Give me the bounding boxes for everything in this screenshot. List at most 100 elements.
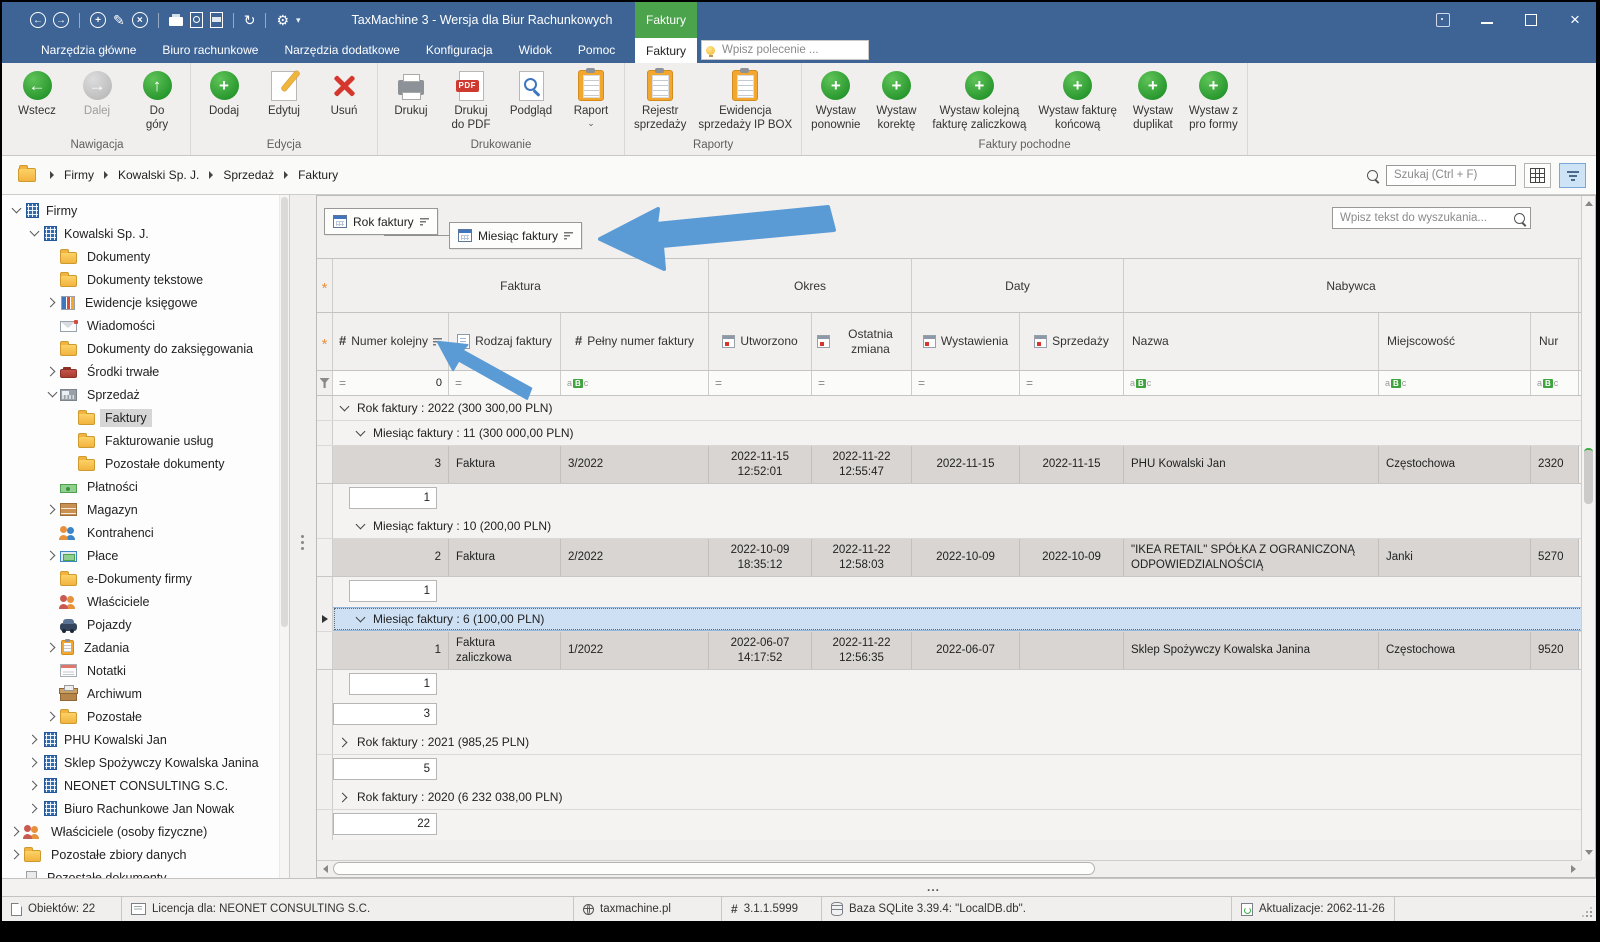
ribbon-button-wystaw-duplikat[interactable]: +Wystaw duplikat: [1123, 66, 1183, 132]
menu-tab-biuro-rachunkowe[interactable]: Biuro rachunkowe: [149, 38, 271, 63]
vertical-scrollbar-thumb[interactable]: [1584, 448, 1593, 504]
tree-item[interactable]: Pozostałe dokumenty: [2, 452, 289, 475]
chevron-down-icon[interactable]: [354, 427, 367, 440]
chevron-right-icon[interactable]: [46, 641, 59, 654]
scroll-right-button[interactable]: [1565, 861, 1581, 877]
tree-item[interactable]: Dokumenty: [2, 245, 289, 268]
qat-settings-button[interactable]: ⚙: [276, 13, 289, 28]
grid-data-row[interactable]: 1Faktura zaliczkowa1/20222022-06-07 14:1…: [317, 632, 1595, 670]
tree-scrollbar[interactable]: [279, 195, 289, 878]
scroll-down-button[interactable]: [1582, 845, 1595, 860]
ribbon-button-do-góry[interactable]: ↑Do góry: [127, 66, 187, 132]
find-box[interactable]: [1332, 207, 1531, 229]
menu-tab-widok[interactable]: Widok: [506, 38, 565, 63]
grid-data-row[interactable]: 2Faktura2/20222022-10-09 18:35:122022-11…: [317, 539, 1595, 577]
grid-group-row[interactable]: Rok faktury : 2020 (6 232 038,00 PLN): [317, 785, 1595, 810]
grid-cell[interactable]: 2022-11-15 12:52:01: [709, 446, 812, 483]
column-header-nazwa[interactable]: Nazwa: [1124, 313, 1379, 370]
filter-cell[interactable]: aBc: [1531, 371, 1579, 395]
band-header-daty[interactable]: Daty: [912, 259, 1124, 312]
close-button[interactable]: ×: [1568, 13, 1582, 27]
minimize-button[interactable]: [1480, 13, 1494, 27]
grid-cell[interactable]: 2022-11-22 12:55:47: [812, 446, 912, 483]
horizontal-scrollbar-thumb[interactable]: [333, 862, 1095, 875]
ribbon-button-wystaw-korektę[interactable]: +Wystaw korektę: [866, 66, 926, 132]
tree-item[interactable]: NEONET CONSULTING S.C.: [2, 774, 289, 797]
chevron-right-icon[interactable]: [28, 779, 41, 792]
grid-cell[interactable]: 1: [333, 632, 449, 669]
horizontal-scrollbar-track[interactable]: [333, 861, 1565, 877]
grid-cell[interactable]: Faktura: [449, 446, 561, 483]
tree-item[interactable]: Pozostałe zbiory danych: [2, 843, 289, 866]
command-box[interactable]: [701, 40, 869, 60]
filter-cell[interactable]: =0: [333, 371, 449, 395]
breadcrumb-item-kowalski-sp-j-[interactable]: Kowalski Sp. J.: [114, 168, 203, 182]
maximize-button[interactable]: [1524, 13, 1538, 27]
band-header-okres[interactable]: Okres: [709, 259, 912, 312]
horizontal-scrollbar[interactable]: [317, 860, 1581, 877]
filter-cell[interactable]: =: [709, 371, 812, 395]
ribbon-button-drukuj[interactable]: Drukuj: [381, 66, 441, 119]
grid-cell[interactable]: 2022-11-22 12:56:35: [812, 632, 912, 669]
band-header-faktura[interactable]: Faktura: [333, 259, 709, 312]
grid-cell[interactable]: 2022-10-09: [1020, 539, 1124, 576]
tree-item[interactable]: PHU Kowalski Jan: [2, 728, 289, 751]
ribbon-button-dodaj[interactable]: +Dodaj: [194, 66, 254, 119]
chevron-right-icon[interactable]: [338, 736, 351, 749]
grid-cell[interactable]: 1/2022: [561, 632, 709, 669]
grid-cell[interactable]: Faktura: [449, 539, 561, 576]
filter-cell[interactable]: =: [912, 371, 1020, 395]
qat-edit-button[interactable]: ✎: [113, 13, 125, 28]
tree-item[interactable]: Zadania: [2, 636, 289, 659]
tree-scrollbar-thumb[interactable]: [281, 197, 288, 627]
qat-back-button[interactable]: ←: [30, 12, 46, 28]
chevron-down-icon[interactable]: [354, 520, 367, 533]
tree-item[interactable]: Pozostałe dokumenty: [2, 866, 289, 878]
scroll-up-button[interactable]: [1582, 196, 1595, 211]
chevron-right-icon[interactable]: [10, 848, 23, 861]
chevron-right-icon[interactable]: [28, 733, 41, 746]
grid-cell[interactable]: 5270: [1531, 539, 1579, 576]
breadcrumb-item-sprzedaż[interactable]: Sprzedaż: [219, 168, 278, 182]
column-header-pełny-numer-faktury[interactable]: #Pełny numer faktury: [561, 313, 709, 370]
qat-dropdown-button[interactable]: ▾: [296, 13, 301, 28]
ribbon-button-podgląd[interactable]: Podgląd: [501, 66, 561, 119]
menu-tab-konfiguracja[interactable]: Konfiguracja: [413, 38, 506, 63]
grid-cell[interactable]: 2022-10-09 18:35:12: [709, 539, 812, 576]
grid-cell[interactable]: Częstochowa: [1379, 632, 1531, 669]
grid-cell[interactable]: Częstochowa: [1379, 446, 1531, 483]
grid-group-row[interactable]: Miesiąc faktury : 6 (100,00 PLN): [317, 607, 1595, 632]
tree-item[interactable]: Płatności: [2, 475, 289, 498]
grid-data-row[interactable]: 3Faktura3/20222022-11-15 12:52:012022-11…: [317, 446, 1595, 484]
tree-item[interactable]: Sklep Spożywczy Kowalska Janina: [2, 751, 289, 774]
ribbon-button-wystaw-z-pro-formy[interactable]: +Wystaw z pro formy: [1183, 66, 1244, 132]
filter-cell[interactable]: =: [449, 371, 561, 395]
grid-cell[interactable]: "IKEA RETAIL" SPÓŁKA Z OGRANICZONĄ ODPOW…: [1124, 539, 1379, 576]
resize-grip[interactable]: [1581, 906, 1593, 918]
column-header-wystawienia[interactable]: Wystawienia: [912, 313, 1020, 370]
column-header-ostatnia-zmiana[interactable]: Ostatnia zmiana: [812, 313, 912, 370]
tree-item[interactable]: Fakturowanie usług: [2, 429, 289, 452]
chevron-down-icon[interactable]: [46, 388, 59, 401]
column-header-sprzedaży[interactable]: Sprzedaży: [1020, 313, 1124, 370]
search-input[interactable]: [1392, 168, 1510, 182]
chevron-down-icon[interactable]: [28, 227, 41, 240]
qat-preview-button[interactable]: [190, 12, 203, 28]
chevron-right-icon[interactable]: [28, 756, 41, 769]
tree-item[interactable]: Sprzedaż: [2, 383, 289, 406]
column-header-rodzaj-faktury[interactable]: Rodzaj faktury: [449, 313, 561, 370]
grid-cell[interactable]: 2320: [1531, 446, 1579, 483]
column-header-utworzono[interactable]: Utworzono: [709, 313, 812, 370]
breadcrumb-item-faktury[interactable]: Faktury: [294, 168, 342, 182]
tree-item[interactable]: Właściciele (osoby fizyczne): [2, 820, 289, 843]
ribbon-button-ewidencja-sprzedaży-ip-box[interactable]: Ewidencja sprzedaży IP BOX: [692, 66, 798, 132]
grid-group-row[interactable]: Miesiąc faktury : 10 (200,00 PLN): [317, 514, 1595, 539]
tree-item[interactable]: Środki trwałe: [2, 360, 289, 383]
ribbon-button-wstecz[interactable]: ←Wstecz: [7, 66, 67, 119]
tree-item[interactable]: Archiwum: [2, 682, 289, 705]
grid-cell[interactable]: 3: [333, 446, 449, 483]
chevron-right-icon[interactable]: [10, 825, 23, 838]
ribbon-button-wystaw-ponownie[interactable]: +Wystaw ponownie: [805, 66, 866, 132]
ribbon-button-wystaw-kolejną-fakturę-zaliczkową[interactable]: +Wystaw kolejną fakturę zaliczkową: [926, 66, 1032, 132]
grid-cell[interactable]: 2022-06-07: [912, 632, 1020, 669]
